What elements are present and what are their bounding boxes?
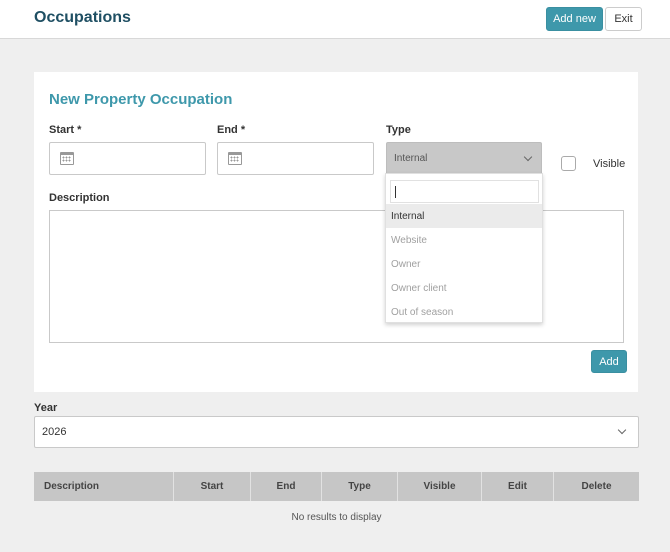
visible-label: Visible [593, 158, 626, 170]
description-label: Description [49, 192, 110, 204]
empty-table-message: No results to display [291, 512, 382, 523]
column-header-type[interactable]: Type [322, 472, 398, 501]
chevron-down-icon [617, 425, 627, 435]
page-title: Occupations [34, 9, 131, 26]
year-selected-value: 2026 [42, 426, 67, 438]
visible-checkbox[interactable] [561, 156, 576, 171]
type-selected-value: Internal [394, 153, 428, 164]
dropdown-option-internal[interactable]: Internal [386, 204, 542, 228]
dropdown-option-out-of-season[interactable]: Out of season [386, 300, 542, 324]
add-button[interactable]: Add [591, 350, 627, 373]
dropdown-option-owner[interactable]: Owner [386, 252, 542, 276]
calendar-icon[interactable] [228, 152, 242, 165]
type-label: Type [386, 124, 411, 136]
top-bar: Occupations Add new Exit [0, 0, 670, 39]
type-dropdown: Internal Website Owner Owner client Out … [385, 173, 543, 323]
column-header-start[interactable]: Start [174, 472, 251, 501]
start-label: Start * [49, 124, 82, 136]
add-new-button[interactable]: Add new [546, 7, 603, 31]
end-label: End * [217, 124, 246, 136]
end-date-input[interactable] [217, 142, 374, 175]
exit-button[interactable]: Exit [605, 7, 642, 31]
text-cursor [395, 186, 396, 198]
calendar-icon[interactable] [60, 152, 74, 165]
start-date-input[interactable] [49, 142, 206, 175]
year-label: Year [34, 402, 58, 414]
table-header: Description Start End Type Visible Edit … [34, 472, 639, 501]
dropdown-option-owner-client[interactable]: Owner client [386, 276, 542, 300]
column-header-delete[interactable]: Delete [554, 472, 639, 501]
column-header-visible[interactable]: Visible [398, 472, 482, 501]
form-title: New Property Occupation [49, 91, 233, 108]
chevron-down-icon [523, 152, 533, 162]
column-header-description[interactable]: Description [34, 472, 174, 501]
column-header-edit[interactable]: Edit [482, 472, 554, 501]
year-select[interactable]: 2026 [34, 416, 639, 448]
dropdown-option-website[interactable]: Website [386, 228, 542, 252]
new-occupation-form: New Property Occupation Start * End * Ty… [34, 72, 638, 392]
type-select[interactable]: Internal [386, 142, 542, 175]
dropdown-search-input[interactable] [390, 180, 539, 203]
column-header-end[interactable]: End [251, 472, 322, 501]
